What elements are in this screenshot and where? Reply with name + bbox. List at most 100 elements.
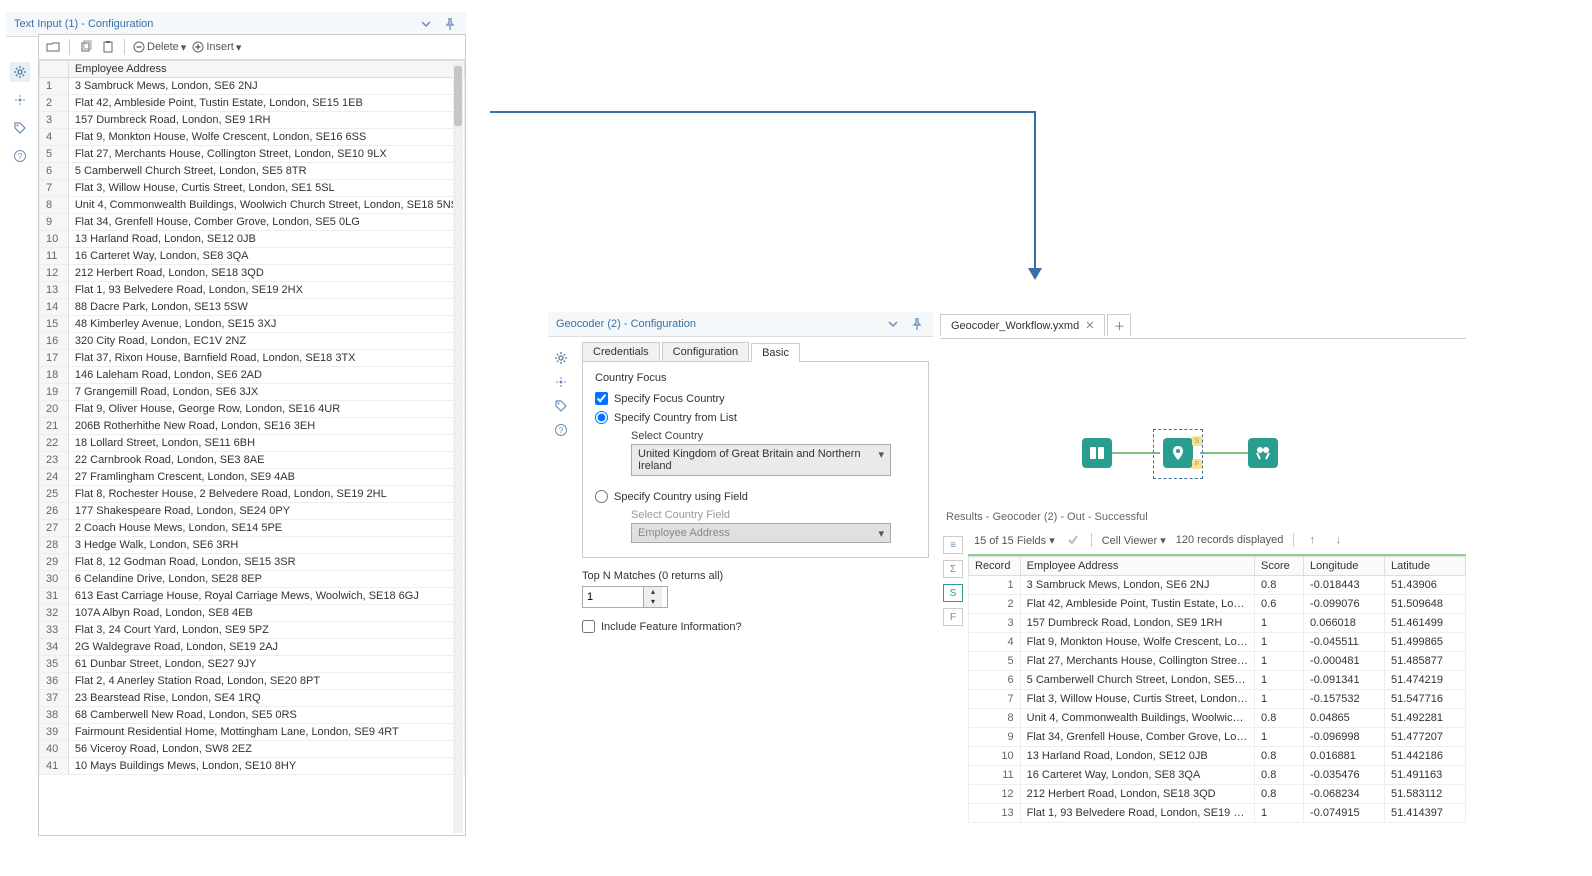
- include-feature-checkbox[interactable]: Include Feature Information?: [582, 620, 929, 633]
- table-row[interactable]: 17Flat 37, Rixon House, Barnfield Road, …: [40, 350, 465, 367]
- cell-score[interactable]: 1: [1255, 728, 1304, 747]
- table-row[interactable]: 4056 Viceroy Road, London, SW8 2EZ: [40, 741, 465, 758]
- cell-longitude[interactable]: -0.074915: [1304, 804, 1385, 823]
- cell-score[interactable]: 1: [1255, 652, 1304, 671]
- table-row[interactable]: 1548 Kimberley Avenue, London, SE15 3XJ: [40, 316, 465, 333]
- cell-address[interactable]: 107A Albyn Road, London, SE8 4EB: [68, 605, 464, 622]
- tab-configuration[interactable]: Configuration: [662, 342, 749, 361]
- table-row[interactable]: 32107A Albyn Road, London, SE8 4EB: [40, 605, 465, 622]
- cell-address[interactable]: 177 Shakespeare Road, London, SE24 0PY: [68, 503, 464, 520]
- cell-address[interactable]: 7 Grangemill Road, London, SE6 3JX: [68, 384, 464, 401]
- cell-address[interactable]: 23 Bearstead Rise, London, SE4 1RQ: [68, 690, 464, 707]
- table-row[interactable]: 7Flat 3, Willow House, Curtis Street, Lo…: [969, 690, 1466, 709]
- tab-credentials[interactable]: Credentials: [582, 342, 660, 361]
- table-row[interactable]: 1116 Carteret Way, London, SE8 3QA0.8-0.…: [969, 766, 1466, 785]
- cell-score[interactable]: 0.6: [1255, 595, 1304, 614]
- cell-address[interactable]: 146 Laleham Road, London, SE6 2AD: [68, 367, 464, 384]
- cell-address[interactable]: 88 Dacre Park, London, SE13 5SW: [68, 299, 464, 316]
- col-address[interactable]: Employee Address: [1020, 557, 1254, 576]
- cell-address[interactable]: 61 Dunbar Street, London, SE27 9JY: [68, 656, 464, 673]
- cell-address[interactable]: Flat 8, 12 Godman Road, London, SE15 3SR: [68, 554, 464, 571]
- spin-up-icon[interactable]: ▴: [644, 587, 662, 597]
- cell-address[interactable]: Unit 4, Commonwealth Buildings, Woolwich…: [1020, 709, 1254, 728]
- cell-score[interactable]: 1: [1255, 804, 1304, 823]
- cell-latitude[interactable]: 51.547716: [1385, 690, 1466, 709]
- cell-address[interactable]: 48 Kimberley Avenue, London, SE15 3XJ: [68, 316, 464, 333]
- workflow-canvas[interactable]: S F: [940, 339, 1466, 497]
- radio-using-field[interactable]: Specify Country using Field: [595, 490, 916, 503]
- table-row[interactable]: 306 Celandine Drive, London, SE28 8EP: [40, 571, 465, 588]
- table-row[interactable]: 18146 Laleham Road, London, SE6 2AD: [40, 367, 465, 384]
- table-row[interactable]: 21206B Rotherhithe New Road, London, SE1…: [40, 418, 465, 435]
- sigma-icon[interactable]: Σ: [943, 560, 963, 578]
- cell-address[interactable]: Flat 42, Ambleside Point, Tustin Estate,…: [68, 95, 464, 112]
- cell-address[interactable]: Flat 9, Monkton House, Wolfe Crescent, L…: [68, 129, 464, 146]
- table-row[interactable]: 2Flat 42, Ambleside Point, Tustin Estate…: [40, 95, 465, 112]
- cell-address[interactable]: 56 Viceroy Road, London, SW8 2EZ: [68, 741, 464, 758]
- chevron-down-icon[interactable]: [418, 16, 434, 32]
- cell-address[interactable]: Flat 42, Ambleside Point, Tustin Estate,…: [1020, 595, 1254, 614]
- cell-longitude[interactable]: -0.099076: [1304, 595, 1385, 614]
- table-row[interactable]: 31613 East Carriage House, Royal Carriag…: [40, 588, 465, 605]
- cell-address[interactable]: 22 Carnbrook Road, London, SE3 8AE: [68, 452, 464, 469]
- cell-latitude[interactable]: 51.492281: [1385, 709, 1466, 728]
- cell-address[interactable]: Flat 34, Grenfell House, Comber Grove, L…: [68, 214, 464, 231]
- chevron-down-icon[interactable]: [885, 316, 901, 332]
- cell-address[interactable]: 13 Harland Road, London, SE12 0JB: [68, 231, 464, 248]
- table-row[interactable]: 13 Sambruck Mews, London, SE6 2NJ0.8-0.0…: [969, 576, 1466, 595]
- cell-longitude[interactable]: -0.068234: [1304, 785, 1385, 804]
- cell-longitude[interactable]: 0.066018: [1304, 614, 1385, 633]
- cell-score[interactable]: 1: [1255, 633, 1304, 652]
- tool-text-input[interactable]: [1082, 438, 1112, 468]
- cell-address[interactable]: 6 Celandine Drive, London, SE28 8EP: [68, 571, 464, 588]
- cell-longitude[interactable]: -0.018443: [1304, 576, 1385, 595]
- cell-address[interactable]: Flat 3, Willow House, Curtis Street, Lon…: [68, 180, 464, 197]
- cell-score[interactable]: 0.8: [1255, 747, 1304, 766]
- cell-address[interactable]: 157 Dumbreck Road, London, SE9 1RH: [1020, 614, 1254, 633]
- col-record[interactable]: Record: [969, 557, 1021, 576]
- cell-address[interactable]: Flat 3, Willow House, Curtis Street, Lon…: [1020, 690, 1254, 709]
- specify-focus-checkbox[interactable]: Specify Focus Country: [595, 392, 916, 405]
- cell-longitude[interactable]: 0.04865: [1304, 709, 1385, 728]
- cell-latitude[interactable]: 51.414397: [1385, 804, 1466, 823]
- cell-address[interactable]: 3 Sambruck Mews, London, SE6 2NJ: [68, 78, 464, 95]
- cell-score[interactable]: 0.8: [1255, 785, 1304, 804]
- cell-address[interactable]: Unit 4, Commonwealth Buildings, Woolwich…: [68, 197, 464, 214]
- s-out-icon[interactable]: S: [943, 584, 963, 602]
- up-arrow-icon[interactable]: ↑: [1304, 532, 1320, 548]
- table-row[interactable]: 3157 Dumbreck Road, London, SE9 1RH: [40, 112, 465, 129]
- delete-button[interactable]: Delete ▾: [133, 41, 186, 54]
- cell-address[interactable]: 18 Lollard Street, London, SE11 6BH: [68, 435, 464, 452]
- cell-address[interactable]: Flat 27, Merchants House, Collington Str…: [68, 146, 464, 163]
- table-row[interactable]: 13 Sambruck Mews, London, SE6 2NJ: [40, 78, 465, 95]
- table-row[interactable]: 197 Grangemill Road, London, SE6 3JX: [40, 384, 465, 401]
- table-row[interactable]: 283 Hedge Walk, London, SE6 3RH: [40, 537, 465, 554]
- table-row[interactable]: 65 Camberwell Church Street, London, SE5…: [40, 163, 465, 180]
- cell-latitude[interactable]: 51.583112: [1385, 785, 1466, 804]
- cell-longitude[interactable]: 0.016881: [1304, 747, 1385, 766]
- cell-latitude[interactable]: 51.442186: [1385, 747, 1466, 766]
- open-icon[interactable]: [45, 39, 61, 55]
- table-row[interactable]: 5Flat 27, Merchants House, Collington St…: [969, 652, 1466, 671]
- table-row[interactable]: 26177 Shakespeare Road, London, SE24 0PY: [40, 503, 465, 520]
- cell-address[interactable]: 2 Coach House Mews, London, SE14 5PE: [68, 520, 464, 537]
- close-icon[interactable]: ✕: [1085, 319, 1094, 332]
- messages-icon[interactable]: ≡: [943, 536, 963, 554]
- table-row[interactable]: 12212 Herbert Road, London, SE18 3QD0.8-…: [969, 785, 1466, 804]
- cell-longitude[interactable]: -0.035476: [1304, 766, 1385, 785]
- table-row[interactable]: 13Flat 1, 93 Belvedere Road, London, SE1…: [40, 282, 465, 299]
- copy-icon[interactable]: [78, 39, 94, 55]
- table-row[interactable]: 12212 Herbert Road, London, SE18 3QD: [40, 265, 465, 282]
- table-row[interactable]: 20Flat 9, Oliver House, George Row, Lond…: [40, 401, 465, 418]
- paste-icon[interactable]: [100, 39, 116, 55]
- cell-address[interactable]: 16 Carteret Way, London, SE8 3QA: [68, 248, 464, 265]
- cell-latitude[interactable]: 51.485877: [1385, 652, 1466, 671]
- table-row[interactable]: 9Flat 34, Grenfell House, Comber Grove, …: [40, 214, 465, 231]
- cell-address[interactable]: Flat 1, 93 Belvedere Road, London, SE19 …: [68, 282, 464, 299]
- table-row[interactable]: 2218 Lollard Street, London, SE11 6BH: [40, 435, 465, 452]
- table-row[interactable]: 4Flat 9, Monkton House, Wolfe Crescent, …: [40, 129, 465, 146]
- topn-input[interactable]: ▴ ▾: [582, 586, 668, 608]
- cell-score[interactable]: 0.8: [1255, 766, 1304, 785]
- table-row[interactable]: 29Flat 8, 12 Godman Road, London, SE15 3…: [40, 554, 465, 571]
- cell-address[interactable]: Flat 27, Merchants House, Collington Str…: [1020, 652, 1254, 671]
